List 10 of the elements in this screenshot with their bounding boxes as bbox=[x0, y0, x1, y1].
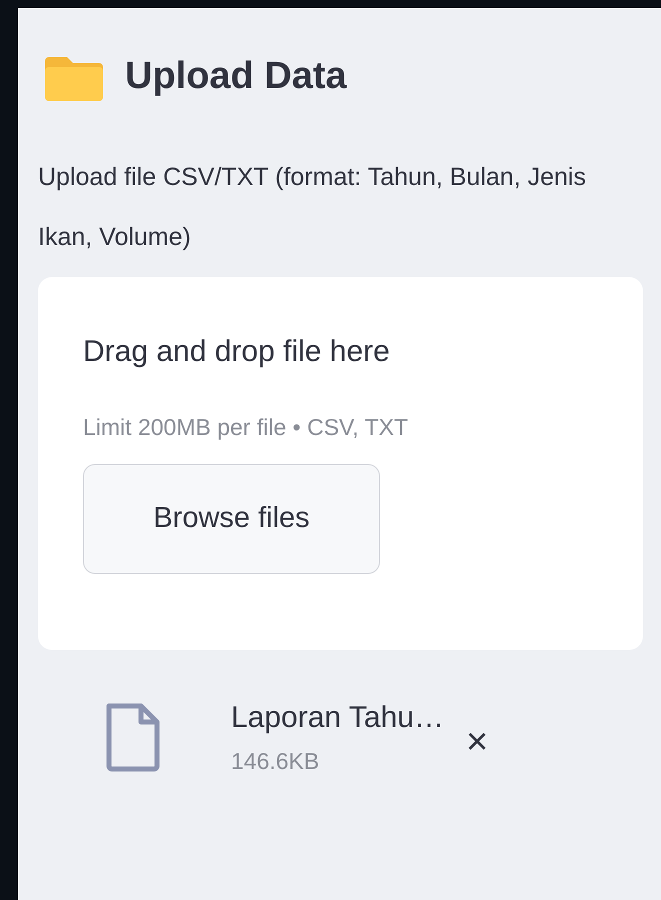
remove-file-button[interactable]: × bbox=[466, 722, 488, 762]
file-icon bbox=[105, 702, 161, 772]
uploader-label: Upload file CSV/TXT (format: Tahun, Bulan, Jenis Ikan, Volume) bbox=[38, 162, 587, 253]
browse-files-button[interactable]: Browse files bbox=[83, 464, 380, 574]
file-size: 146.6KB bbox=[231, 747, 320, 776]
file-name: Laporan Tahu… bbox=[231, 700, 444, 736]
dropzone-title: Drag and drop file here bbox=[83, 334, 391, 370]
dropzone-card[interactable]: Drag and drop file here Limit 200MB per file • CSV, TXT Browse files bbox=[38, 277, 643, 650]
dropzone-hint: Limit 200MB per file • CSV, TXT bbox=[83, 413, 410, 442]
section-title: Upload Data bbox=[125, 54, 347, 99]
